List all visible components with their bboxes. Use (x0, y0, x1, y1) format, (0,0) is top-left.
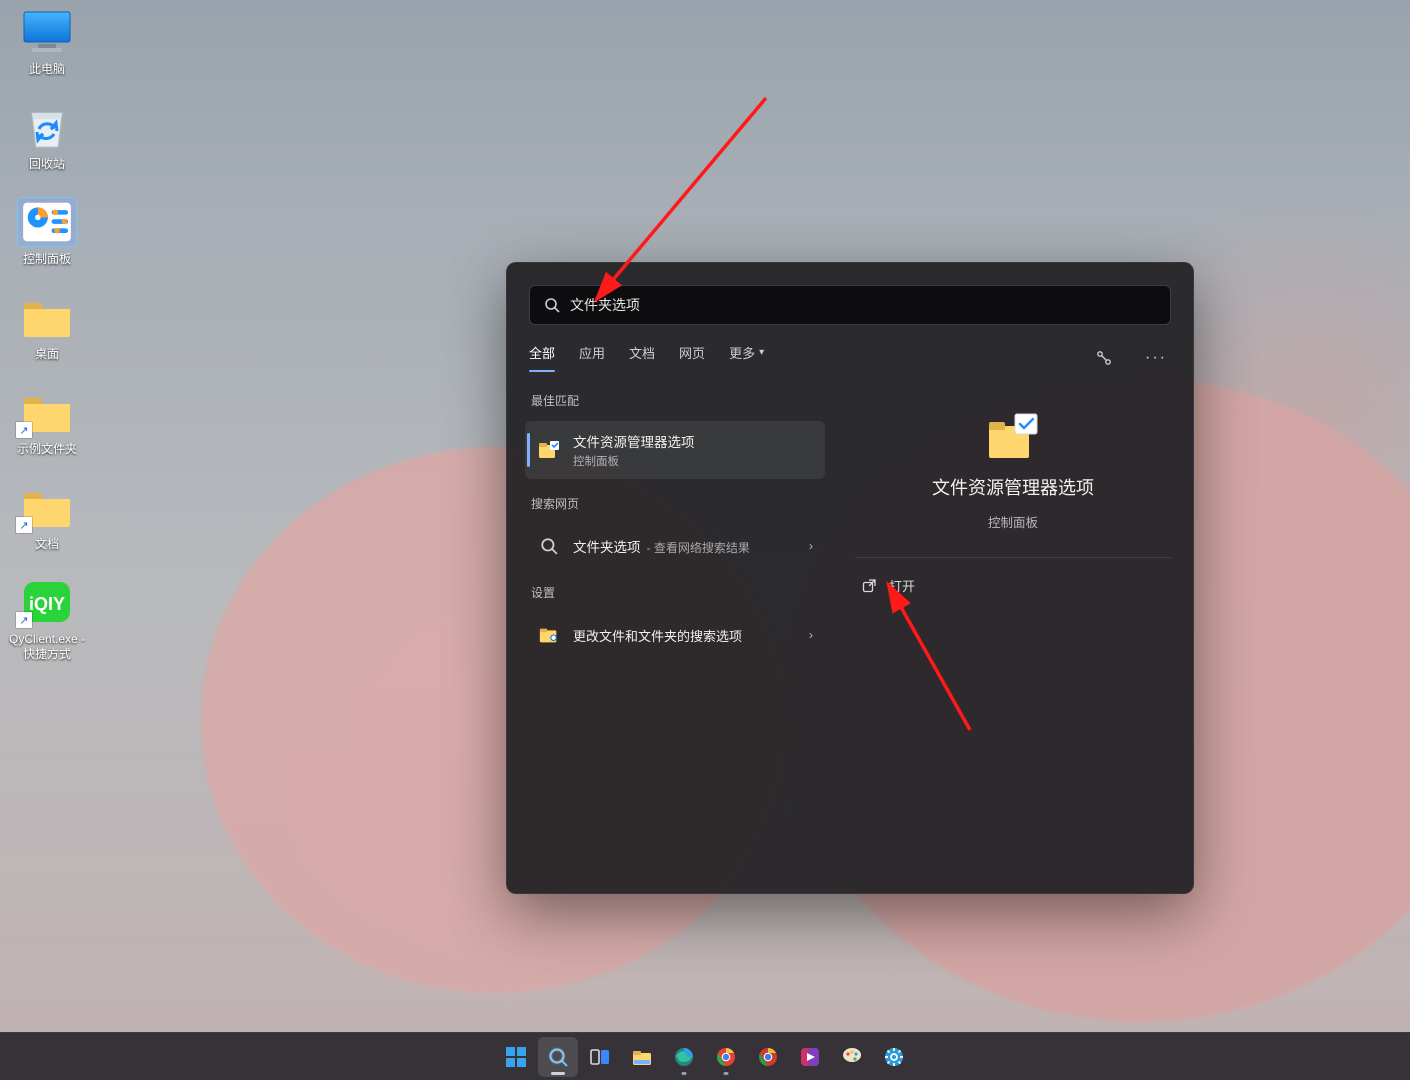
divider (855, 557, 1171, 558)
tab-more-label: 更多 (729, 343, 755, 362)
taskbar-clipchamp[interactable] (790, 1037, 830, 1077)
desktop-icon-label: 控制面板 (23, 252, 71, 267)
search-bar[interactable] (529, 285, 1171, 325)
folder-options-icon (537, 438, 561, 462)
result-settings-item[interactable]: 更改文件和文件夹的搜索选项 › (525, 613, 825, 657)
shortcut-arrow-icon: ↗ (16, 612, 32, 628)
tab-web[interactable]: 网页 (679, 343, 705, 372)
taskbar-file-explorer[interactable] (622, 1037, 662, 1077)
tab-apps[interactable]: 应用 (579, 343, 605, 372)
desktop-icon-docs-folder[interactable]: ↗ 文档 (8, 483, 86, 552)
desktop-icon-control-panel[interactable]: 控制面板 (8, 198, 86, 267)
result-web-suffix: - 查看网络搜索结果 (647, 539, 750, 556)
iqiyi-icon: iQIY ↗ (18, 578, 76, 626)
search-input[interactable] (570, 297, 1156, 313)
chevron-right-icon: › (809, 628, 813, 642)
taskbar-start[interactable] (496, 1037, 536, 1077)
this-pc-icon (18, 8, 76, 56)
start-search-panel: 全部 应用 文档 网页 更多 ▾ ··· 最佳匹配 (506, 262, 1194, 894)
svg-text:iQIY: iQIY (29, 594, 65, 614)
result-title: 更改文件和文件夹的搜索选项 (573, 626, 742, 645)
search-network-icon[interactable] (1091, 349, 1117, 367)
desktop-icon-this-pc[interactable]: 此电脑 (8, 8, 86, 77)
preview-title: 文件资源管理器选项 (932, 474, 1094, 500)
desktop-icon-qyclient[interactable]: iQIY ↗ QyClient.exe - 快捷方式 (8, 578, 86, 662)
desktop-icon-label: 此电脑 (29, 62, 65, 77)
chevron-right-icon: › (809, 539, 813, 553)
preview-large-icon (985, 412, 1041, 462)
shortcut-arrow-icon: ↗ (16, 422, 32, 438)
preview-action-label: 打开 (889, 576, 915, 595)
shortcut-arrow-icon: ↗ (16, 517, 32, 533)
desktop-icon-recycle-bin[interactable]: 回收站 (8, 103, 86, 172)
section-web: 搜索网页 (525, 487, 825, 516)
open-external-icon (861, 579, 877, 593)
tab-docs[interactable]: 文档 (629, 343, 655, 372)
result-web-prefix: 文件夹选项 (573, 536, 641, 556)
desktop-icon-label: QyClient.exe - 快捷方式 (8, 632, 86, 662)
taskbar-search[interactable] (538, 1037, 578, 1077)
taskbar-settings[interactable] (874, 1037, 914, 1077)
search-preview-pane: 文件资源管理器选项 控制面板 打开 (843, 384, 1183, 877)
taskbar-paint[interactable] (832, 1037, 872, 1077)
desktop-icon-label: 桌面 (35, 347, 59, 362)
result-title: 文件资源管理器选项 (573, 431, 695, 451)
more-options-icon[interactable]: ··· (1141, 349, 1171, 367)
taskbar-chrome[interactable] (706, 1037, 746, 1077)
folder-shortcut-icon: ↗ (18, 483, 76, 531)
taskbar (0, 1032, 1410, 1080)
taskbar-task-view[interactable] (580, 1037, 620, 1077)
desktop-icon-label: 文档 (35, 537, 59, 552)
result-best-match[interactable]: 文件资源管理器选项 控制面板 (525, 421, 825, 479)
result-web-search[interactable]: 文件夹选项 - 查看网络搜索结果 › (525, 524, 825, 568)
tab-more[interactable]: 更多 ▾ (729, 343, 764, 372)
recycle-bin-icon (18, 103, 76, 151)
desktop-icon-label: 回收站 (29, 157, 65, 172)
desktop-icon-label: 示例文件夹 (17, 442, 77, 457)
chevron-down-icon: ▾ (759, 347, 764, 358)
desktop-icon-demo-folder[interactable]: ↗ 示例文件夹 (8, 388, 86, 457)
search-icon (537, 534, 561, 558)
taskbar-edge[interactable] (664, 1037, 704, 1077)
folder-shortcut-icon: ↗ (18, 388, 76, 436)
desktop-icon-desktop-folder[interactable]: 桌面 (8, 293, 86, 362)
control-panel-icon (18, 198, 76, 246)
folder-icon (18, 293, 76, 341)
search-results-list: 最佳匹配 文件资源管理器选项 控制面板 搜索网页 (525, 384, 825, 877)
folder-search-icon (537, 623, 561, 647)
preview-subtitle: 控制面板 (988, 512, 1038, 531)
search-icon (544, 297, 560, 313)
tab-all[interactable]: 全部 (529, 343, 555, 372)
search-tabs: 全部 应用 文档 网页 更多 ▾ ··· (507, 325, 1193, 378)
preview-action-open[interactable]: 打开 (843, 566, 1183, 605)
taskbar-chrome-canary[interactable] (748, 1037, 788, 1077)
desktop-icons: 此电脑 回收站 (8, 8, 86, 662)
section-best-match: 最佳匹配 (525, 384, 825, 413)
result-subtitle: 控制面板 (573, 453, 695, 469)
section-settings: 设置 (525, 576, 825, 605)
